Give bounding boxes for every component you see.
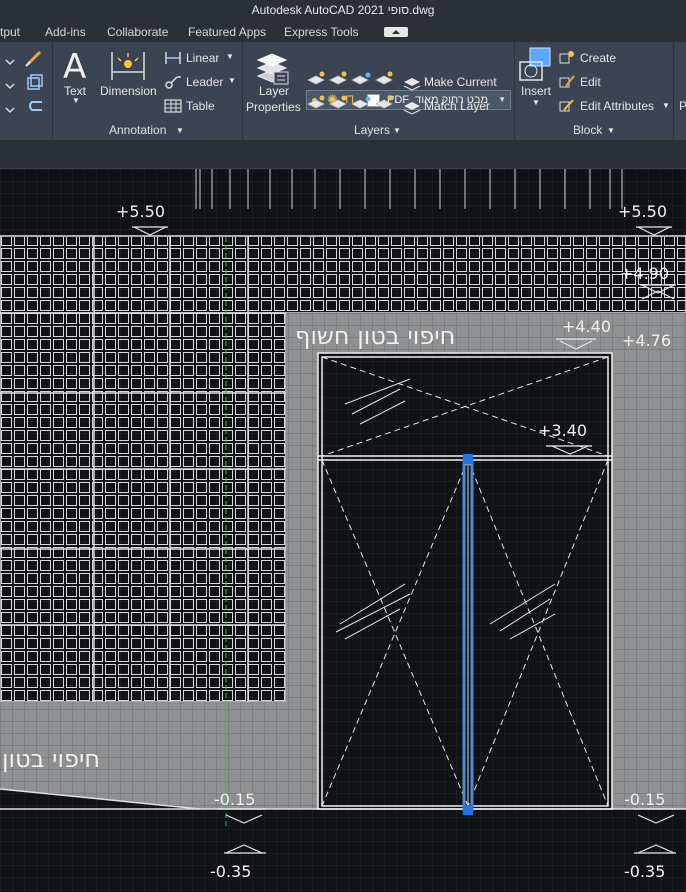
linear-dimension-icon [165, 52, 181, 64]
elevation-4-76: +4.76 [622, 331, 671, 350]
svg-text:A: A [63, 48, 86, 84]
ribbon-tab-bar: tput Add-ins Collaborate Featured Apps E… [0, 22, 686, 42]
drawing-canvas[interactable]: +5.50 +5.50 +4.90 +4.40 +4.76 +3.40 -0.1… [0, 169, 686, 892]
layers-panel-title[interactable]: Layers [354, 123, 390, 137]
tile-block-left [0, 313, 286, 701]
text-dropdown-icon[interactable]: ▼ [72, 96, 80, 105]
elevation-top-left: +5.50 [116, 202, 165, 221]
create-block-button[interactable]: Create [580, 51, 616, 65]
elevation-4-40: +4.40 [562, 317, 611, 336]
grip-top[interactable] [463, 454, 473, 464]
ribbon-separator [52, 42, 53, 140]
edit-block-button[interactable]: Edit [580, 75, 601, 89]
linear-dropdown-icon[interactable]: ▼ [226, 52, 234, 61]
table-icon [164, 99, 182, 113]
elevation-base-right: -0.35 [624, 862, 665, 881]
leader-dropdown-icon[interactable]: ▼ [228, 76, 236, 85]
leader-button[interactable]: Leader [186, 75, 223, 89]
annotation-panel-title[interactable]: Annotation [109, 123, 166, 137]
insert-dropdown-icon[interactable]: ▼ [532, 98, 540, 107]
label-concrete-cladding: חיפוי בטון [2, 745, 100, 773]
text-icon[interactable]: A [60, 48, 94, 84]
annotation-expand-icon[interactable]: ▼ [176, 126, 184, 135]
layer-properties-label-line2[interactable]: Properties [246, 100, 301, 114]
tab-output[interactable]: tput [0, 25, 20, 39]
ribbon-minimize-icon[interactable] [384, 27, 408, 37]
table-button[interactable]: Table [186, 99, 215, 113]
elevation-4-90: +4.90 [620, 264, 669, 283]
block-tools-icons [559, 51, 575, 112]
edit-attributes-dropdown-icon[interactable]: ▼ [662, 101, 670, 110]
modify-tools-icon[interactable] [4, 48, 44, 118]
elevation-floor-right: -0.15 [624, 790, 665, 809]
tab-collaborate[interactable]: Collaborate [107, 25, 168, 39]
leader-icon [165, 76, 181, 89]
file-tab-strip [0, 140, 686, 169]
tab-add-ins[interactable]: Add-ins [45, 25, 86, 39]
elevation-floor-left: -0.15 [214, 790, 255, 809]
elevation-top-right: +5.50 [618, 202, 667, 221]
layer-properties-label-line1[interactable]: Layer [259, 84, 289, 98]
match-layer-button[interactable]: Match Layer [424, 99, 490, 113]
ribbon-panel-area: A Text ▼ Dimension Linear ▼ Leader ▼ Tab… [0, 42, 686, 140]
layer-tools-icons[interactable] [306, 70, 398, 118]
layer-properties-icon[interactable] [254, 48, 290, 88]
insert-block-icon[interactable] [518, 46, 554, 88]
elevation-base-left: -0.35 [210, 862, 251, 881]
drawing-svg[interactable]: +5.50 +5.50 +4.90 +4.40 +4.76 +3.40 -0.1… [0, 169, 686, 892]
title-bar: Autodesk AutoCAD 2021 סופי.dwg [0, 0, 686, 22]
block-panel-title[interactable]: Block [573, 123, 602, 137]
selected-door-mullion[interactable] [462, 454, 474, 815]
next-panel-cut-label[interactable]: P [679, 99, 686, 113]
insert-button-label[interactable]: Insert [521, 84, 551, 98]
dimension-button-label[interactable]: Dimension [100, 84, 157, 98]
ribbon-separator [673, 42, 674, 140]
ribbon-separator [242, 42, 243, 140]
tab-featured-apps[interactable]: Featured Apps [188, 25, 266, 39]
edit-attributes-button[interactable]: Edit Attributes [580, 99, 654, 113]
layers-expand-icon[interactable]: ▼ [393, 126, 401, 135]
dimension-icon[interactable] [110, 50, 148, 84]
linear-button[interactable]: Linear [186, 51, 219, 65]
ribbon-separator [514, 42, 515, 140]
layer-dropdown-arrow-icon: ▼ [498, 95, 506, 104]
block-expand-icon[interactable]: ▼ [607, 126, 615, 135]
make-current-icon [403, 78, 421, 115]
tile-band-top [0, 237, 686, 312]
make-current-button[interactable]: Make Current [424, 75, 497, 89]
label-exposed-concrete-cladding: חיפוי בטון חשוף [295, 322, 455, 350]
autocad-window: Autodesk AutoCAD 2021 סופי.dwg tput Add-… [0, 0, 686, 892]
elevation-3-40: +3.40 [538, 421, 587, 440]
tab-express-tools[interactable]: Express Tools [284, 25, 358, 39]
window-title: Autodesk AutoCAD 2021 סופי.dwg [251, 3, 435, 17]
grip-bottom[interactable] [463, 805, 473, 815]
